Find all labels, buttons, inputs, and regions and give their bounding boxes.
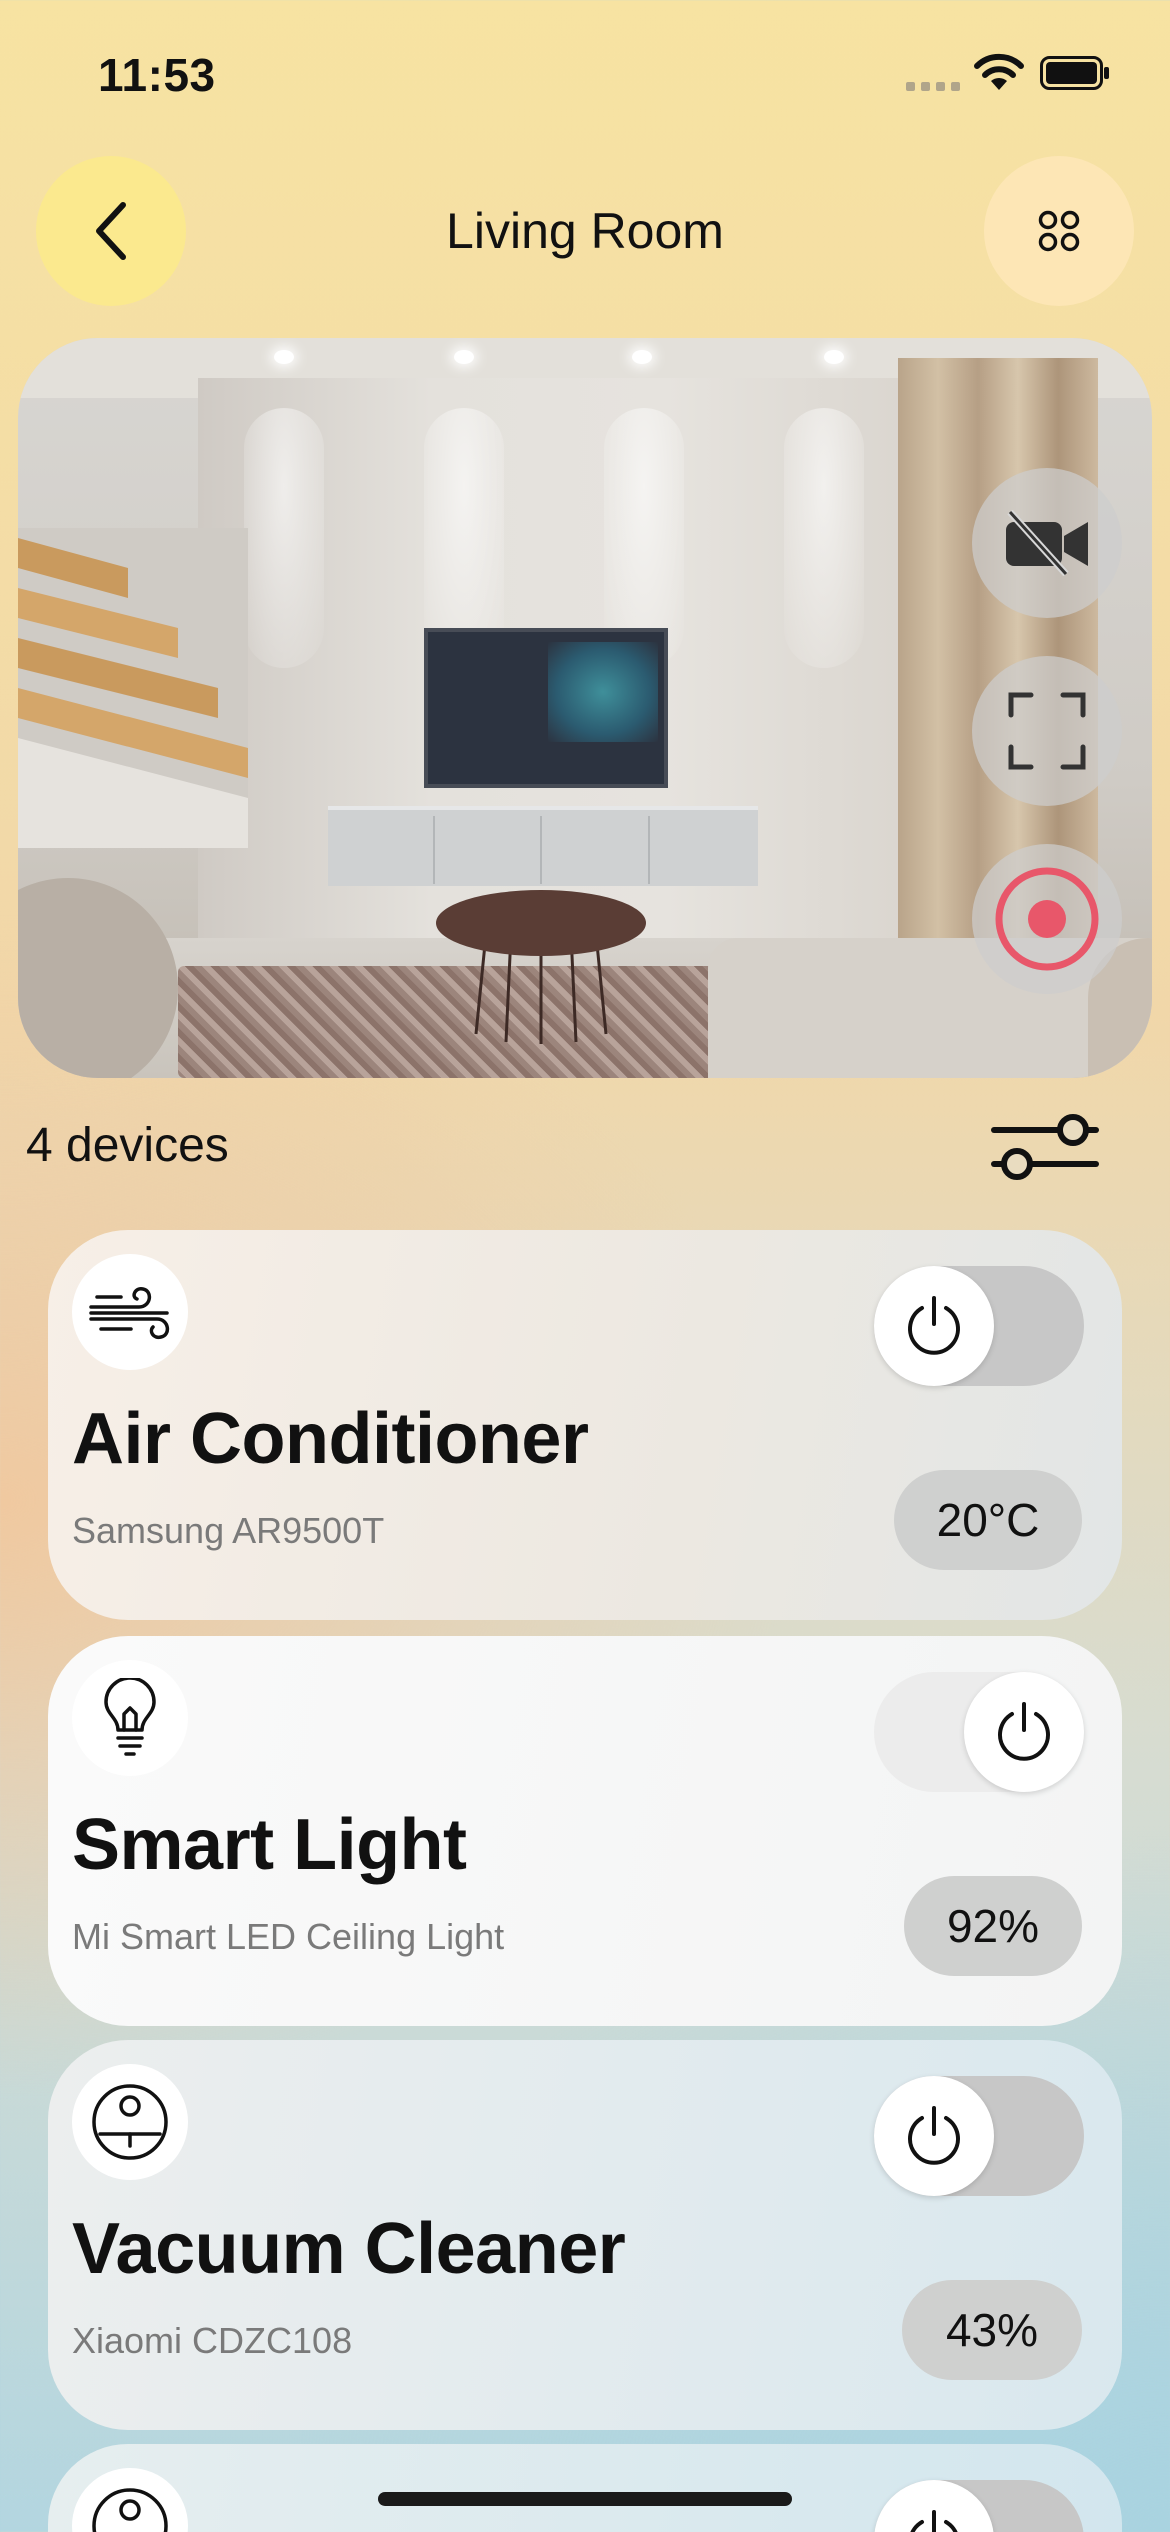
cellular-signal-icon <box>906 82 962 92</box>
status-time: 11:53 <box>98 49 216 101</box>
power-toggle[interactable] <box>874 1672 1084 1792</box>
power-toggle[interactable] <box>874 2480 1084 2532</box>
device-icon <box>72 2468 188 2532</box>
device-card-air-conditioner[interactable]: Air Conditioner Samsung AR9500T 20°C <box>48 1230 1122 1620</box>
device-model: Samsung AR9500T <box>72 1510 385 1551</box>
device-card-smart-light[interactable]: Smart Light Mi Smart LED Ceiling Light 9… <box>48 1636 1122 2026</box>
grid-menu-button[interactable] <box>984 156 1134 306</box>
sliders-icon[interactable] <box>990 1108 1100 1184</box>
wifi-icon <box>974 53 1024 90</box>
robot-vacuum-icon <box>72 2064 188 2180</box>
power-icon <box>964 1672 1084 1792</box>
device-model: Xiaomi CDZC108 <box>72 2320 353 2361</box>
device-name: Smart Light <box>72 1805 467 1885</box>
wind-icon <box>72 1254 188 1370</box>
video-off-button[interactable] <box>972 468 1122 618</box>
power-toggle[interactable] <box>874 2076 1084 2196</box>
home-indicator[interactable] <box>378 2492 792 2506</box>
device-card-partial[interactable] <box>48 2444 1122 2532</box>
device-value-badge: 20°C <box>894 1470 1082 1570</box>
fullscreen-icon <box>1008 692 1086 770</box>
device-model: Mi Smart LED Ceiling Light <box>72 1916 505 1957</box>
power-icon <box>874 2480 994 2532</box>
device-card-vacuum-cleaner[interactable]: Vacuum Cleaner Xiaomi CDZC108 43% <box>48 2040 1122 2430</box>
device-count: 4 devices <box>26 1119 229 1172</box>
device-value-badge: 43% <box>902 2280 1082 2380</box>
camera-feed[interactable] <box>18 338 1152 1078</box>
lightbulb-icon <box>72 1660 188 1776</box>
power-icon <box>874 1266 994 1386</box>
record-icon <box>995 867 1099 971</box>
four-dots-grid-icon <box>1038 210 1080 252</box>
power-toggle[interactable] <box>874 1266 1084 1386</box>
video-off-icon <box>1006 510 1088 576</box>
record-button[interactable] <box>972 844 1122 994</box>
device-name: Vacuum Cleaner <box>72 2209 626 2289</box>
battery-icon <box>1040 56 1109 90</box>
power-icon <box>874 2076 994 2196</box>
device-value-badge: 92% <box>904 1876 1082 1976</box>
camera-tv <box>424 628 668 788</box>
fullscreen-button[interactable] <box>972 656 1122 806</box>
device-name: Air Conditioner <box>72 1399 589 1479</box>
